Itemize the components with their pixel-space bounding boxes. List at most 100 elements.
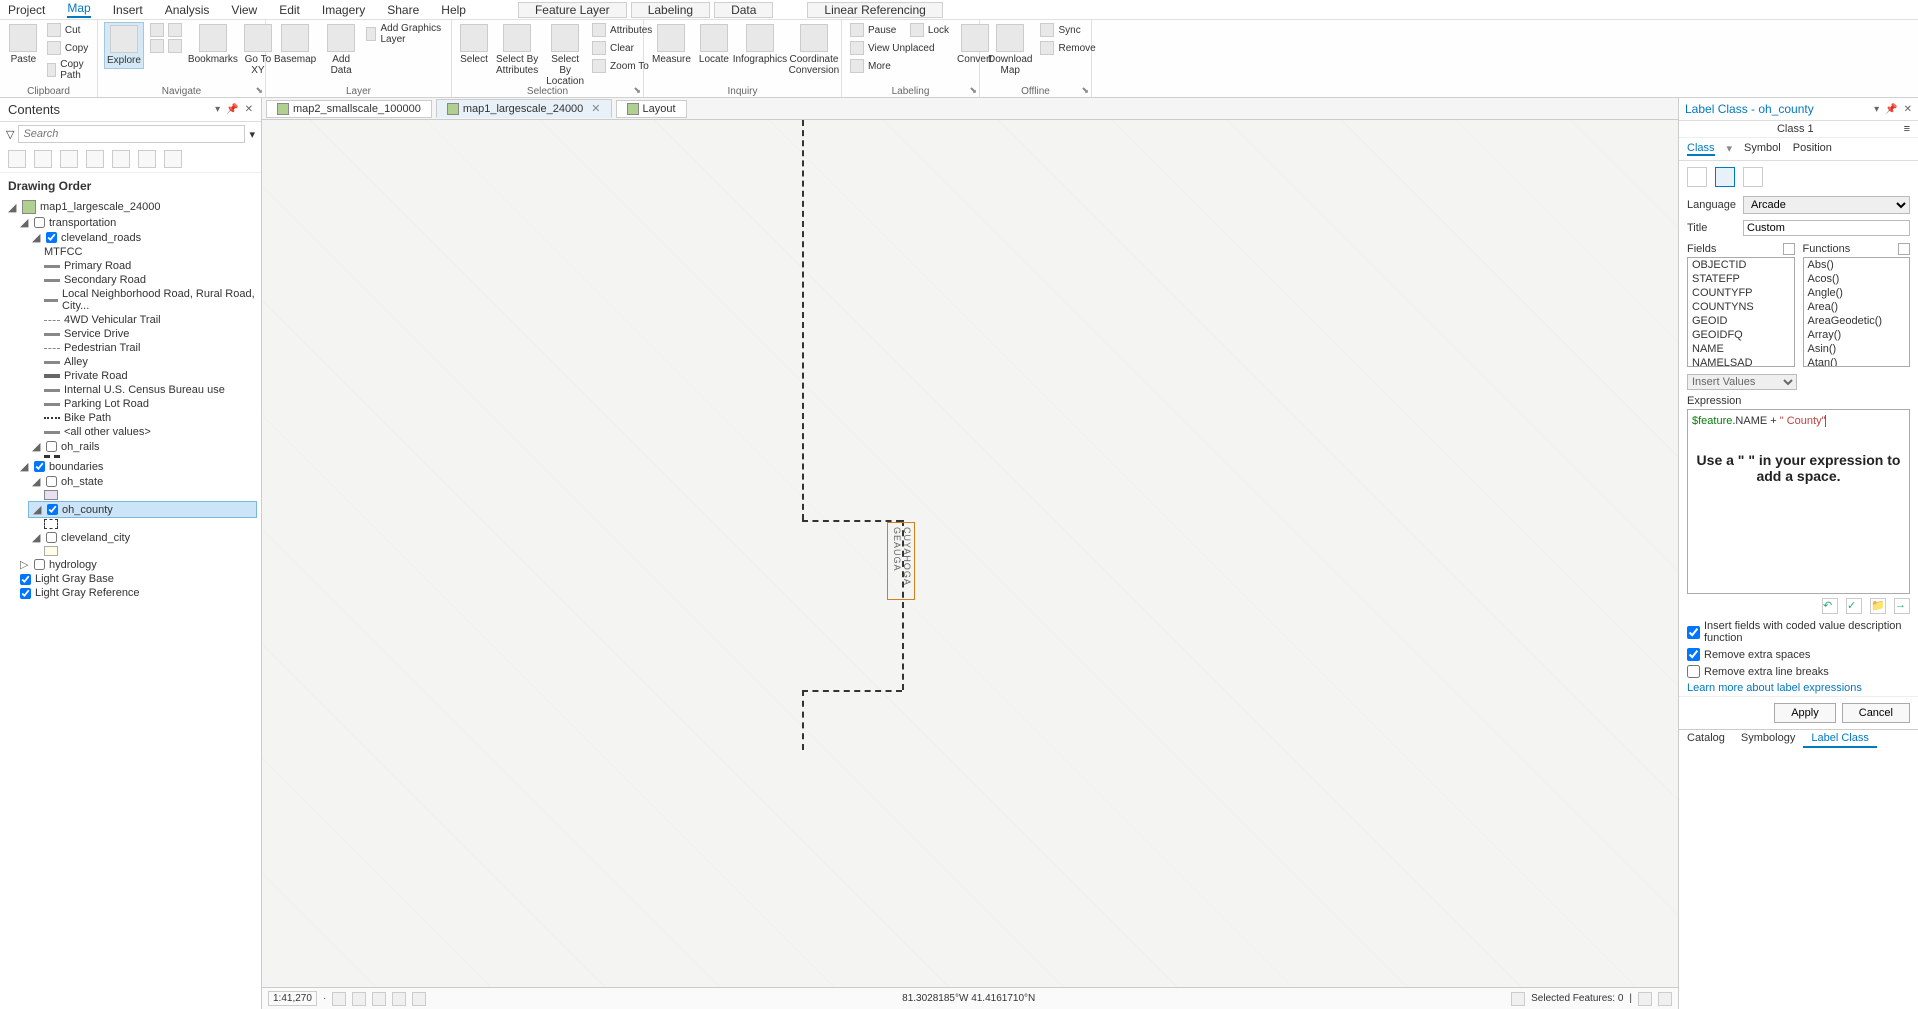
expr-export-icon[interactable]: →	[1894, 598, 1910, 614]
nav-arrows2[interactable]	[148, 38, 184, 54]
copy-path-button[interactable]: Copy Path	[45, 58, 91, 82]
cut-button[interactable]: Cut	[45, 22, 91, 38]
menu-analysis[interactable]: Analysis	[165, 3, 210, 17]
expression-textarea[interactable]: $feature.NAME + " County" Use a " " in y…	[1687, 409, 1910, 594]
ctx-linear-ref[interactable]: Linear Referencing	[807, 2, 942, 18]
expr-builder-icon[interactable]	[1687, 167, 1707, 187]
tree-road-11[interactable]: <all other values>	[40, 425, 257, 439]
menu-insert[interactable]: Insert	[113, 3, 143, 17]
labeling-launcher[interactable]: ⬊	[969, 85, 977, 96]
tree-lgref[interactable]: Light Gray Reference	[16, 586, 257, 600]
nav-arrows[interactable]	[148, 22, 184, 38]
navigate-launcher[interactable]: ⬊	[255, 85, 263, 96]
tree-transportation[interactable]: ◢transportation	[16, 215, 257, 230]
tree-road-9[interactable]: Parking Lot Road	[40, 397, 257, 411]
sb-icon-4[interactable]	[392, 992, 406, 1006]
ctx-labeling[interactable]: Labeling	[631, 2, 710, 18]
scale-input[interactable]: 1:41,270	[268, 991, 317, 1006]
coord-conv-button[interactable]: Coordinate Conversion	[789, 22, 839, 78]
sync-button[interactable]: Sync	[1038, 22, 1097, 38]
tree-road-7[interactable]: Private Road	[40, 369, 257, 383]
chk-remove-linebreaks[interactable]	[1687, 665, 1700, 678]
tree-road-0[interactable]: Primary Road	[40, 259, 257, 273]
menu-imagery[interactable]: Imagery	[322, 3, 365, 17]
tab-label-class[interactable]: Label Class	[1803, 730, 1876, 748]
more-button[interactable]: More	[848, 58, 951, 74]
remove-button[interactable]: Remove	[1038, 40, 1097, 56]
pane-close-icon[interactable]: ✕	[1904, 104, 1912, 115]
locate-button[interactable]: Locate	[697, 22, 731, 67]
expr-open-icon[interactable]: 📁	[1870, 598, 1886, 614]
paste-button[interactable]: Paste	[6, 22, 41, 67]
map-canvas[interactable]: CUYAHOGA GEAUGA	[262, 120, 1678, 987]
expr-verify-icon[interactable]: ✓	[1846, 598, 1862, 614]
subtab-position[interactable]: Position	[1793, 142, 1832, 156]
title-input[interactable]	[1743, 220, 1910, 236]
infographics-button[interactable]: Infographics	[735, 22, 785, 67]
tree-oh-county[interactable]: ◢oh_county	[28, 501, 257, 518]
selection-launcher[interactable]: ⬊	[633, 85, 641, 96]
chk-remove-spaces[interactable]	[1687, 648, 1700, 661]
map-tab-3[interactable]: Layout	[616, 100, 687, 118]
pane-pin-icon[interactable]: 📌	[226, 104, 238, 115]
apply-button[interactable]: Apply	[1774, 703, 1836, 723]
refresh-icon[interactable]	[1658, 992, 1672, 1006]
sb-icon-5[interactable]	[412, 992, 426, 1006]
language-select[interactable]: Arcade	[1743, 196, 1910, 214]
list-source-icon[interactable]	[34, 150, 52, 168]
tab-symbology[interactable]: Symbology	[1733, 730, 1803, 748]
add-data-button[interactable]: Add Data	[322, 22, 360, 78]
view-unplaced-button[interactable]: View Unplaced	[848, 40, 951, 56]
pause-draw-icon[interactable]	[1638, 992, 1652, 1006]
fields-list[interactable]: OBJECTIDSTATEFPCOUNTYFPCOUNTYNS GEOIDGEO…	[1687, 257, 1795, 367]
other-icon[interactable]	[1743, 167, 1763, 187]
sb-icon-3[interactable]	[372, 992, 386, 1006]
menu-view[interactable]: View	[231, 3, 257, 17]
tab-catalog[interactable]: Catalog	[1679, 730, 1733, 748]
measure-button[interactable]: Measure	[650, 22, 693, 67]
tree-road-4[interactable]: Service Drive	[40, 327, 257, 341]
list-perspective-icon[interactable]	[164, 150, 182, 168]
add-graphics-button[interactable]: Add Graphics Layer	[364, 22, 445, 46]
learn-more-link[interactable]: Learn more about label expressions	[1687, 682, 1862, 694]
chk-coded-values[interactable]	[1687, 626, 1700, 639]
tree-oh-rails[interactable]: ◢oh_rails	[28, 439, 257, 454]
insert-values-select[interactable]: Insert Values	[1687, 374, 1797, 390]
download-map-button[interactable]: Download Map	[986, 22, 1034, 78]
pause-button[interactable]: Pause Lock	[848, 22, 951, 38]
explore-button[interactable]: Explore	[104, 22, 144, 69]
tree-lgbase[interactable]: Light Gray Base	[16, 572, 257, 586]
offline-launcher[interactable]: ⬊	[1081, 85, 1089, 96]
close-tab-icon[interactable]: ✕	[591, 102, 600, 115]
expr-undo-icon[interactable]: ↶	[1822, 598, 1838, 614]
map-tab-1[interactable]: map2_smallscale_100000	[266, 100, 432, 118]
menu-edit[interactable]: Edit	[279, 3, 300, 17]
menu-project[interactable]: Project	[8, 3, 45, 17]
menu-help[interactable]: Help	[441, 3, 466, 17]
tree-road-8[interactable]: Internal U.S. Census Bureau use	[40, 383, 257, 397]
tree-road-2[interactable]: Local Neighborhood Road, Rural Road, Cit…	[40, 287, 257, 313]
tree-road-5[interactable]: Pedestrian Trail	[40, 341, 257, 355]
pane-menu-icon[interactable]: ▾	[215, 104, 220, 115]
tree-cleveland-city[interactable]: ◢cleveland_city	[28, 530, 257, 545]
fields-filter-icon[interactable]	[1783, 243, 1795, 255]
select-button[interactable]: Select	[458, 22, 490, 67]
selected-icon[interactable]	[1511, 992, 1525, 1006]
filter-icon[interactable]: ▽	[6, 128, 14, 141]
select-by-loc-button[interactable]: Select By Location	[544, 22, 586, 89]
subtab-symbol[interactable]: Symbol	[1744, 142, 1781, 156]
tree-cleveland-roads[interactable]: ◢cleveland_roads	[28, 230, 257, 245]
tree-boundaries[interactable]: ◢boundaries	[16, 459, 257, 474]
pane-close-icon[interactable]: ✕	[245, 104, 253, 115]
basemap-button[interactable]: Basemap	[272, 22, 318, 67]
bookmarks-button[interactable]: Bookmarks	[188, 22, 238, 67]
functions-filter-icon[interactable]	[1898, 243, 1910, 255]
sql-icon[interactable]	[1715, 167, 1735, 187]
map-tab-2[interactable]: map1_largescale_24000✕	[436, 99, 612, 118]
select-by-attr-button[interactable]: Select By Attributes	[494, 22, 540, 78]
ctx-feature-layer[interactable]: Feature Layer	[518, 2, 627, 18]
subtab-class[interactable]: Class	[1687, 142, 1715, 156]
list-selection-icon[interactable]	[60, 150, 78, 168]
tree-road-6[interactable]: Alley	[40, 355, 257, 369]
pane-undock-icon[interactable]: ▾	[1874, 104, 1879, 115]
